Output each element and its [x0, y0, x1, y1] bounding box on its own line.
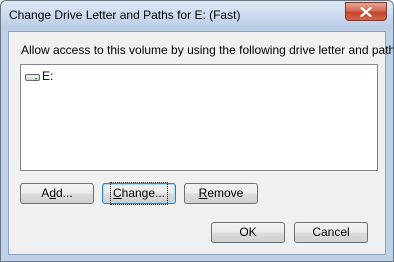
ok-button-label: OK	[239, 225, 257, 239]
list-item-label: E:	[42, 68, 54, 83]
close-button[interactable]	[345, 2, 387, 21]
close-icon	[360, 7, 372, 17]
cancel-button-label: Cancel	[312, 225, 350, 239]
remove-button-mnemonic: R	[198, 186, 208, 200]
drive-icon	[25, 70, 40, 82]
remove-button-label-end: emove	[207, 186, 244, 200]
add-button-label-end: d...	[56, 186, 73, 200]
window-title: Change Drive Letter and Paths for E: (Fa…	[9, 8, 241, 22]
add-button[interactable]: Add...	[20, 183, 94, 204]
change-button-mnemonic: C	[112, 186, 122, 200]
change-button-label-end: hange...	[121, 186, 166, 200]
add-button-mnemonic: d	[49, 186, 56, 200]
dialog-body: Allow access to this volume by using the…	[8, 31, 393, 255]
title-bar[interactable]: Change Drive Letter and Paths for E: (Fa…	[1, 1, 393, 31]
instruction-label: Allow access to this volume by using the…	[21, 43, 394, 57]
ok-button[interactable]: OK	[211, 222, 285, 243]
change-button[interactable]: Change...	[102, 182, 176, 205]
list-item[interactable]: E:	[25, 68, 53, 83]
cancel-button[interactable]: Cancel	[294, 222, 368, 243]
dialog-window: Change Drive Letter and Paths for E: (Fa…	[0, 0, 394, 262]
remove-button[interactable]: Remove	[184, 183, 258, 204]
drive-paths-list[interactable]: E:	[20, 64, 378, 171]
